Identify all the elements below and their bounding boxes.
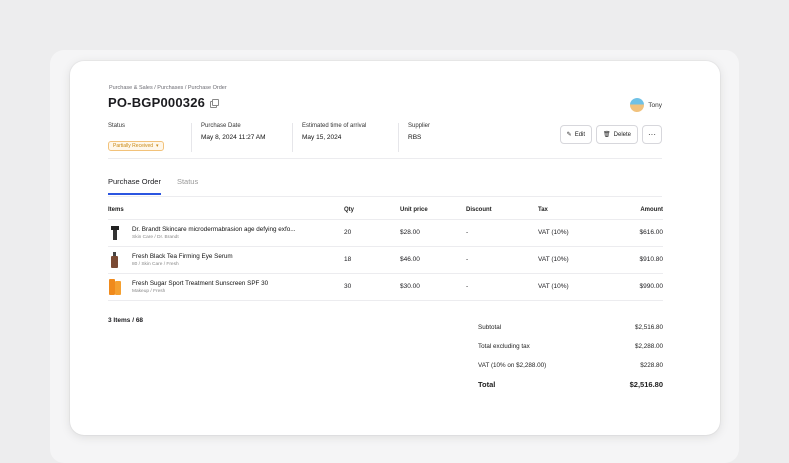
- edit-label: Edit: [574, 131, 586, 138]
- breadcrumb[interactable]: Purchase & Sales / Purchases / Purchase …: [109, 85, 227, 91]
- product-name: Fresh Black Tea Firming Eye Serum: [132, 252, 233, 260]
- unit-price-cell: $46.00: [400, 246, 466, 274]
- vat-label: VAT (10% on $2,288.00): [478, 362, 547, 369]
- table-header-row: Items Qty Unit price Discount Tax Amount: [108, 201, 663, 220]
- tab-divider: [108, 196, 662, 197]
- tax-cell: VAT (10%): [538, 273, 603, 301]
- total-row: Total $2,516.80: [478, 375, 663, 394]
- more-icon: ···: [648, 130, 656, 139]
- page-title: PO-BGP000326: [108, 95, 206, 110]
- discount-cell: -: [466, 219, 538, 247]
- edit-button[interactable]: ✎ Edit: [559, 125, 593, 144]
- tax-cell: VAT (10%): [538, 219, 603, 247]
- tab-purchase-order[interactable]: Purchase Order: [108, 177, 161, 195]
- purchase-date-value: May 8, 2024 11:27 AM: [201, 134, 266, 141]
- supplier-value: RBS: [408, 134, 422, 141]
- chevron-down-icon: ▾: [156, 143, 159, 149]
- col-items: Items: [108, 201, 344, 220]
- col-qty: Qty: [344, 201, 400, 220]
- total-value: $2,516.80: [629, 380, 663, 389]
- order-meta: Status Partially Received ▾ Purchase Dat…: [108, 123, 448, 152]
- col-unit-price: Unit price: [400, 201, 466, 220]
- table-row[interactable]: Dr. Brandt Skincare microdermabrasion ag…: [108, 219, 663, 247]
- vat-value: $228.80: [640, 362, 663, 369]
- eta-value: May 15, 2024: [302, 134, 342, 141]
- col-discount: Discount: [466, 201, 538, 220]
- amount-cell: $616.00: [603, 219, 663, 247]
- header-divider: [108, 158, 662, 159]
- product-category: 80 / Skin Care / Fresh: [132, 261, 179, 267]
- supplier-label: Supplier: [408, 123, 431, 129]
- unit-price-cell: $30.00: [400, 273, 466, 301]
- status-field: Status Partially Received ▾: [108, 123, 192, 152]
- status-dropdown[interactable]: Partially Received ▾: [108, 141, 164, 151]
- amount-cell: $910.80: [603, 246, 663, 274]
- subtotal-value: $2,516.80: [634, 324, 663, 331]
- eta-field: Estimated time of arrival May 15, 2024: [302, 123, 399, 152]
- qty-cell: 30: [344, 273, 400, 301]
- more-options-button[interactable]: ···: [642, 125, 662, 144]
- items-summary: 3 Items / 68: [108, 317, 144, 324]
- delete-label: Delete: [613, 131, 631, 138]
- table-row[interactable]: Fresh Black Tea Firming Eye Serum 80 / S…: [108, 246, 663, 274]
- product-name: Dr. Brandt Skincare microdermabrasion ag…: [132, 225, 296, 233]
- vat-row: VAT (10% on $2,288.00) $228.80: [478, 356, 663, 375]
- excl-tax-value: $2,288.00: [634, 343, 663, 350]
- delete-button[interactable]: 🗑 Delete: [596, 125, 638, 144]
- totals-panel: Subtotal $2,516.80 Total excluding tax $…: [478, 318, 663, 394]
- tax-cell: VAT (10%): [538, 246, 603, 274]
- tab-bar: Purchase Order Status: [108, 177, 198, 195]
- qty-cell: 20: [344, 219, 400, 247]
- user-name: Tony: [648, 101, 662, 109]
- table-row[interactable]: Fresh Sugar Sport Treatment Sunscreen SP…: [108, 273, 663, 301]
- discount-cell: -: [466, 273, 538, 301]
- trash-icon: 🗑: [603, 132, 611, 138]
- excl-tax-label: Total excluding tax: [478, 343, 530, 350]
- product-category: Makeup / Fresh: [132, 288, 166, 294]
- avatar: [630, 98, 645, 112]
- subtotal-row: Subtotal $2,516.80: [478, 318, 663, 337]
- copy-icon[interactable]: [210, 98, 220, 108]
- status-value: Partially Received: [113, 143, 154, 149]
- total-label: Total: [478, 380, 496, 389]
- tab-status[interactable]: Status: [177, 177, 198, 195]
- col-amount: Amount: [603, 201, 663, 220]
- discount-cell: -: [466, 246, 538, 274]
- product-thumbnail: [108, 278, 122, 296]
- supplier-field: Supplier RBS: [408, 123, 439, 152]
- product-name: Fresh Sugar Sport Treatment Sunscreen SP…: [132, 279, 269, 287]
- excl-tax-row: Total excluding tax $2,288.00: [478, 337, 663, 356]
- action-buttons: ✎ Edit 🗑 Delete ···: [559, 125, 662, 144]
- unit-price-cell: $28.00: [400, 219, 466, 247]
- purchase-date-label: Purchase Date: [201, 123, 241, 129]
- purchase-order-card: Purchase & Sales / Purchases / Purchase …: [70, 61, 720, 435]
- product-thumbnail: [108, 224, 122, 242]
- qty-cell: 18: [344, 246, 400, 274]
- user-menu[interactable]: Tony: [630, 98, 662, 112]
- product-thumbnail: [108, 251, 122, 269]
- amount-cell: $990.00: [603, 273, 663, 301]
- status-label: Status: [108, 123, 126, 129]
- pencil-icon: ✎: [566, 132, 572, 138]
- eta-label: Estimated time of arrival: [302, 123, 367, 129]
- product-category: Skin Care / Dr. Brandt: [132, 234, 179, 240]
- items-table: Items Qty Unit price Discount Tax Amount…: [108, 201, 663, 301]
- subtotal-label: Subtotal: [478, 324, 502, 331]
- col-tax: Tax: [538, 201, 603, 220]
- purchase-date-field: Purchase Date May 8, 2024 11:27 AM: [201, 123, 293, 152]
